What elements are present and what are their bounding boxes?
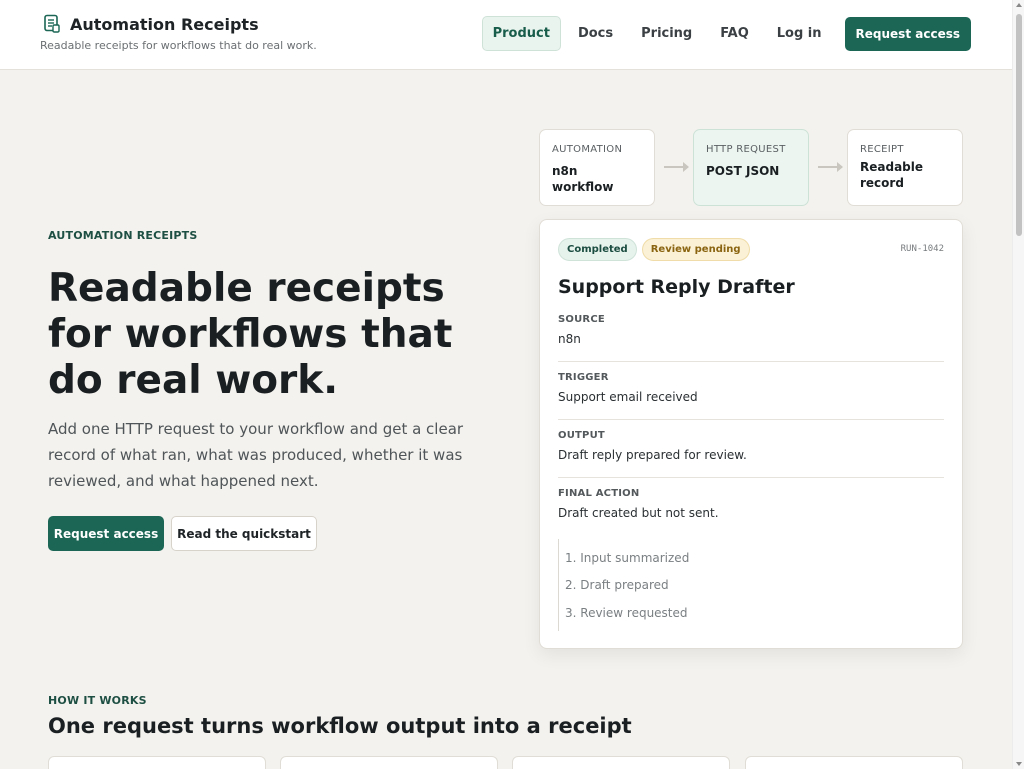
hero-title: Readable receipts for workflows that do …: [48, 266, 453, 403]
nav-item-docs[interactable]: Docs: [567, 16, 624, 51]
receipt-logo-icon: [44, 14, 60, 33]
nav-item-login[interactable]: Log in: [766, 16, 833, 51]
field-source: SOURCE n8n: [558, 314, 944, 346]
how-card: [512, 756, 730, 769]
run-id: RUN-1042: [900, 244, 944, 254]
pipeline-value: Readable record: [860, 160, 924, 190]
nav-item-pricing[interactable]: Pricing: [630, 16, 703, 51]
site-header: Automation Receipts Readable receipts fo…: [0, 0, 1012, 70]
status-badge-completed: Completed: [558, 238, 637, 261]
scroll-thumb[interactable]: [1016, 14, 1022, 236]
how-eyebrow: HOW IT WORKS: [48, 694, 147, 707]
how-card: [745, 756, 963, 769]
main-nav: Product Docs Pricing FAQ Log in Request …: [481, 16, 971, 51]
step-item: 3. Review requested: [565, 606, 688, 620]
step-item: 1. Input summarized: [565, 551, 690, 565]
read-quickstart-button[interactable]: Read the quickstart: [171, 516, 317, 551]
pipeline-step-receipt: RECEIPT Readable record: [847, 129, 963, 206]
how-title: One request turns workflow output into a…: [48, 714, 632, 738]
request-access-button[interactable]: Request access: [48, 516, 164, 551]
pipeline-value: n8n workflow: [552, 164, 614, 194]
pipeline-step-automation: AUTOMATION n8n workflow: [539, 129, 655, 206]
how-card: [280, 756, 498, 769]
brand[interactable]: Automation Receipts Readable receipts fo…: [40, 14, 317, 53]
brand-title: Automation Receipts: [70, 14, 259, 34]
receipt-title: Support Reply Drafter: [558, 276, 795, 298]
steps-timeline: [558, 539, 561, 631]
hero-eyebrow: AUTOMATION RECEIPTS: [48, 229, 198, 242]
field-label: TRIGGER: [558, 372, 609, 383]
scroll-down-icon[interactable]: [1016, 762, 1022, 766]
field-label: FINAL ACTION: [558, 488, 640, 499]
field-value: n8n: [558, 332, 581, 346]
field-value: Support email received: [558, 390, 698, 404]
divider: [558, 361, 944, 362]
status-badges: Completed Review pending: [558, 238, 750, 261]
pipeline-step-http-request: HTTP REQUEST POST JSON: [693, 129, 809, 206]
receipt-card: Completed Review pending RUN-1042 Suppor…: [539, 219, 963, 649]
pipeline-label: RECEIPT: [860, 144, 904, 155]
page-scrollbar[interactable]: [1012, 0, 1024, 769]
nav-request-access-button[interactable]: Request access: [844, 16, 971, 51]
nav-item-product[interactable]: Product: [481, 16, 561, 51]
divider: [558, 419, 944, 420]
nav-item-faq[interactable]: FAQ: [709, 16, 760, 51]
pipeline-label: AUTOMATION: [552, 144, 623, 155]
field-trigger: TRIGGER Support email received: [558, 372, 944, 404]
arrow-right-icon: [818, 162, 843, 172]
field-final-action: FINAL ACTION Draft created but not sent.: [558, 488, 944, 520]
hero-body: Add one HTTP request to your workflow an…: [48, 420, 464, 490]
field-output: OUTPUT Draft reply prepared for review.: [558, 430, 944, 462]
field-label: OUTPUT: [558, 430, 605, 441]
pipeline-value: POST JSON: [706, 164, 780, 178]
arrow-right-icon: [664, 162, 689, 172]
how-card: [48, 756, 266, 769]
status-badge-review-pending: Review pending: [641, 238, 750, 261]
scroll-up-icon[interactable]: [1016, 3, 1022, 7]
divider: [558, 477, 944, 478]
pipeline-label: HTTP REQUEST: [706, 144, 786, 155]
field-label: SOURCE: [558, 314, 605, 325]
field-value: Draft created but not sent.: [558, 506, 719, 520]
step-item: 2. Draft prepared: [565, 578, 669, 592]
field-value: Draft reply prepared for review.: [558, 448, 747, 462]
brand-tagline: Readable receipts for workflows that do …: [40, 39, 317, 52]
